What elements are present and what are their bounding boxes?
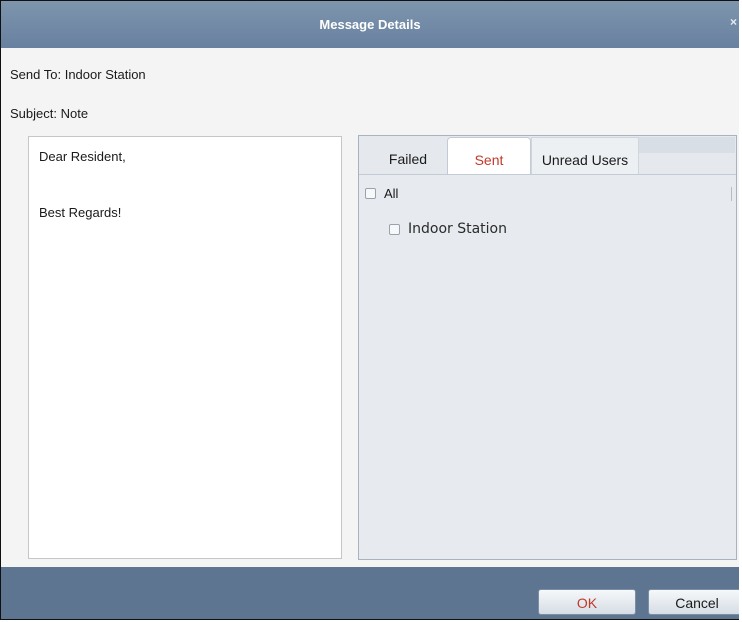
tab-sent[interactable]: Sent <box>447 137 531 174</box>
cancel-button[interactable]: Cancel <box>648 589 739 615</box>
select-all-checkbox[interactable] <box>365 188 376 199</box>
title-bar: Message Details × <box>1 1 739 48</box>
select-all-row[interactable]: All <box>365 186 398 201</box>
close-icon[interactable]: × <box>730 15 737 29</box>
list-item[interactable]: Indoor Station <box>389 221 507 237</box>
dialog-footer: OK Cancel <box>1 567 739 619</box>
subject-label: Subject: <box>10 106 57 121</box>
send-to-value: Indoor Station <box>64 67 146 82</box>
send-to-label: Send To: <box>10 67 62 82</box>
tab-unread-users[interactable]: Unread Users <box>531 137 639 174</box>
indoor-station-label: Indoor Station <box>408 221 507 237</box>
recipient-list: All Indoor Station <box>359 174 736 559</box>
tab-strip: Failed Sent Unread Users <box>359 136 736 174</box>
message-details-dialog: Message Details × Send To: Indoor Statio… <box>0 0 739 620</box>
message-line-greeting: Dear Resident, <box>39 149 126 164</box>
subject-value: Note <box>60 106 89 121</box>
message-body[interactable]: Dear Resident, Best Regards! <box>28 136 342 559</box>
send-to-row: Send To: Indoor Station <box>10 67 146 82</box>
dialog-title: Message Details <box>319 17 421 32</box>
message-line-signoff: Best Regards! <box>39 205 122 220</box>
recipient-status-panel: Failed Sent Unread Users All Indoor Stat… <box>358 135 737 560</box>
subject-row: Subject: Note <box>10 106 88 121</box>
tab-strip-filler <box>639 137 735 153</box>
list-separator <box>731 187 732 201</box>
indoor-station-checkbox[interactable] <box>389 223 400 235</box>
ok-button[interactable]: OK <box>538 589 636 615</box>
tab-failed[interactable]: Failed <box>371 137 445 174</box>
select-all-label: All <box>384 186 399 201</box>
